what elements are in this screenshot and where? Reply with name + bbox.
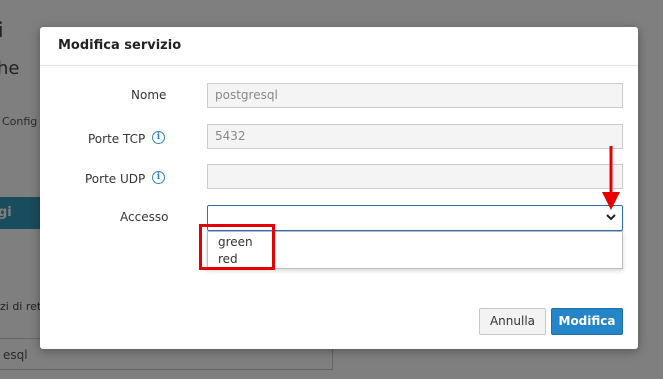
udp-ports-input[interactable] [207, 164, 623, 189]
udp-ports-label: Porte UDP [85, 172, 146, 186]
name-label: Nome [131, 88, 167, 102]
submit-button[interactable]: Modifica [551, 308, 623, 335]
info-circle-icon[interactable]: i [152, 171, 165, 184]
access-label: Accesso [120, 210, 169, 224]
tcp-ports-input[interactable]: 5432 [207, 124, 623, 149]
dialog-title: Modifica servizio [58, 38, 182, 53]
cancel-button[interactable]: Annulla [479, 308, 546, 335]
info-circle-icon[interactable]: i [152, 131, 165, 144]
name-input[interactable]: postgresql [207, 83, 623, 108]
chevron-down-icon [606, 214, 616, 221]
tcp-ports-label: Porte TCP [88, 132, 146, 146]
edit-service-dialog: Modifica servizio Nome postgresql Porte … [40, 27, 638, 349]
annotation-arrow-icon [602, 146, 620, 210]
annotation-highlight-box [199, 224, 275, 270]
dialog-header: Modifica servizio [40, 27, 638, 66]
